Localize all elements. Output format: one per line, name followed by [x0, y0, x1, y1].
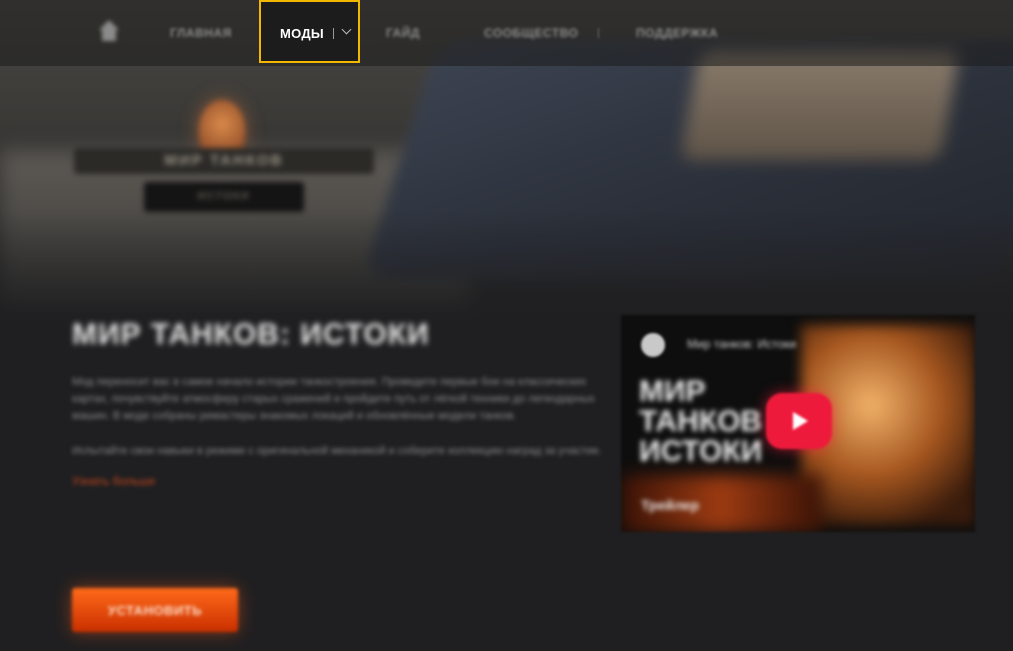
play-icon	[793, 412, 808, 430]
nav-divider-2	[598, 28, 599, 38]
nav-item-community[interactable]: СООБЩЕСТВО	[484, 0, 578, 66]
game-logo: МИР ТАНКОВ ИСТОКИ	[74, 100, 374, 220]
logo-subtitle: ИСТОКИ	[144, 182, 304, 212]
top-nav: ГЛАВНАЯ МОДЫ ГАЙД СООБЩЕСТВО ПОДДЕРЖКА	[0, 0, 1013, 66]
nav-item-mods-label: МОДЫ	[280, 26, 324, 41]
learn-more-link[interactable]: Узнать больше	[72, 474, 602, 488]
play-button[interactable]	[766, 393, 832, 449]
hero-fade	[0, 210, 1013, 330]
video-badge: Трейлер	[641, 497, 700, 513]
nav-item-guide[interactable]: ГАЙД	[386, 0, 420, 66]
nav-item-support[interactable]: ПОДДЕРЖКА	[636, 0, 718, 66]
install-button[interactable]: УСТАНОВИТЬ	[72, 588, 238, 632]
logo-name: МИР ТАНКОВ	[74, 148, 374, 174]
chevron-down-icon[interactable]	[341, 24, 352, 35]
nav-item-mods[interactable]: МОДЫ	[259, 0, 360, 63]
nav-item-main[interactable]: ГЛАВНАЯ	[170, 0, 232, 66]
hero-tank-turret-plate	[680, 50, 960, 160]
home-icon[interactable]	[97, 20, 121, 44]
description-paragraph-1: Мод переносит вас в самое начало истории…	[72, 376, 595, 422]
channel-avatar[interactable]	[641, 333, 665, 357]
nav-divider	[333, 28, 334, 39]
video-player[interactable]: Мир танков: Истоки МИР ТАНКОВ ИСТОКИ Тре…	[621, 315, 975, 532]
description-paragraph-2: Испытайте свои навыки в режиме с оригина…	[72, 445, 602, 457]
page-title: МИР ТАНКОВ: ИСТОКИ	[72, 318, 430, 351]
video-title[interactable]: Мир танков: Истоки	[687, 337, 796, 351]
main-content: МИР ТАНКОВ: ИСТОКИ Мод переносит вас в с…	[72, 318, 602, 488]
